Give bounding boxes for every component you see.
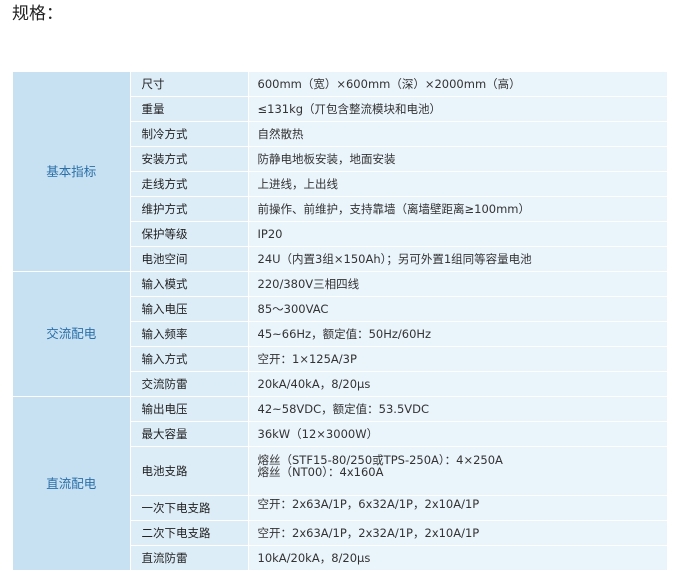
spec-table: 基本指标 尺寸 600mm（宽）×600mm（深）×2000mm（高） 重量 ≤… bbox=[13, 72, 667, 571]
spec-name: 交流防雷 bbox=[130, 371, 249, 397]
spec-value: IP20 bbox=[248, 221, 667, 247]
spec-heading: 规格： bbox=[12, 4, 63, 24]
spec-value: 防静电地板安装，地面安装 bbox=[248, 146, 667, 172]
spec-value-line: 熔丝（STF15-80/250或TPS-250A）：4×250A bbox=[257, 453, 503, 467]
spec-name: 电池空间 bbox=[130, 246, 249, 272]
spec-name: 尺寸 bbox=[130, 72, 249, 97]
category-cell: 交流配电 bbox=[13, 271, 131, 397]
spec-value: 自然散热 bbox=[248, 121, 667, 147]
spec-name: 保护等级 bbox=[130, 221, 249, 247]
spec-value: 85～300VAC bbox=[248, 296, 667, 322]
spec-value-text: 空开：2x63A/1P，6x32A/1P，2x10A/1P bbox=[257, 497, 480, 511]
spec-value: 20kA/40kA，8/20μs bbox=[248, 371, 667, 397]
spec-value: 10kA/20kA，8/20μs bbox=[248, 545, 667, 571]
spec-name: 安装方式 bbox=[130, 146, 249, 172]
spec-value-line: 熔丝（NT00）：4x160A bbox=[257, 465, 384, 479]
spec-value: 空开：2x63A/1P，2x32A/1P，2x10A/1P bbox=[248, 520, 667, 546]
spec-value: 220/380V三相四线 bbox=[248, 271, 667, 297]
spec-name: 输入频率 bbox=[130, 321, 249, 347]
spec-name: 输入电压 bbox=[130, 296, 249, 322]
table-row: 基本指标 尺寸 600mm（宽）×600mm（深）×2000mm（高） bbox=[13, 72, 667, 272]
spec-value: 45~66Hz，额定值：50Hz/60Hz bbox=[248, 321, 667, 347]
spec-name: 二次下电支路 bbox=[130, 520, 249, 546]
spec-name: 维护方式 bbox=[130, 196, 249, 222]
spec-value: 42~58VDC，额定值：53.5VDC bbox=[248, 396, 667, 422]
spec-name: 走线方式 bbox=[130, 171, 249, 197]
spec-name: 制冷方式 bbox=[130, 121, 249, 147]
spec-name: 输出电压 bbox=[130, 396, 249, 422]
spec-name: 一次下电支路 bbox=[130, 495, 249, 521]
spec-name: 最大容量 bbox=[130, 421, 249, 447]
spec-value: 前操作、前维护，支持靠墙（离墙壁距离≥100mm） bbox=[248, 196, 667, 222]
category-cell: 基本指标 bbox=[13, 72, 131, 272]
spec-name: 输入模式 bbox=[130, 271, 249, 297]
spec-value: 上进线，上出线 bbox=[248, 171, 667, 197]
spec-value: ≤131kg（丌包含整流模块和电池） bbox=[248, 96, 667, 122]
spec-name: 直流防雷 bbox=[130, 545, 249, 571]
spec-value: 空开：2x63A/1P，6x32A/1P，2x10A/1P bbox=[248, 495, 667, 521]
table-row: 交流配电 输入模式 220/380V三相四线 bbox=[13, 271, 667, 397]
spec-name: 输入方式 bbox=[130, 346, 249, 372]
spec-value: 24U（内置3组×150Ah）；另可外置1组同等容量电池 bbox=[248, 246, 667, 272]
spec-name: 重量 bbox=[130, 96, 249, 122]
spec-value-multiline: 熔丝（STF15-80/250或TPS-250A）：4×250A 熔丝（NT00… bbox=[248, 446, 667, 496]
spec-value: 600mm（宽）×600mm（深）×2000mm（高） bbox=[248, 72, 667, 97]
spec-value: 空开：1×125A/3P bbox=[248, 346, 667, 372]
table-row: 直流配电 输出电压 42~58VDC，额定值：53.5VDC bbox=[13, 396, 667, 571]
spec-value: 36kW（12×3000W） bbox=[248, 421, 667, 447]
spec-name: 电池支路 bbox=[130, 446, 249, 496]
category-cell: 直流配电 bbox=[13, 396, 131, 571]
